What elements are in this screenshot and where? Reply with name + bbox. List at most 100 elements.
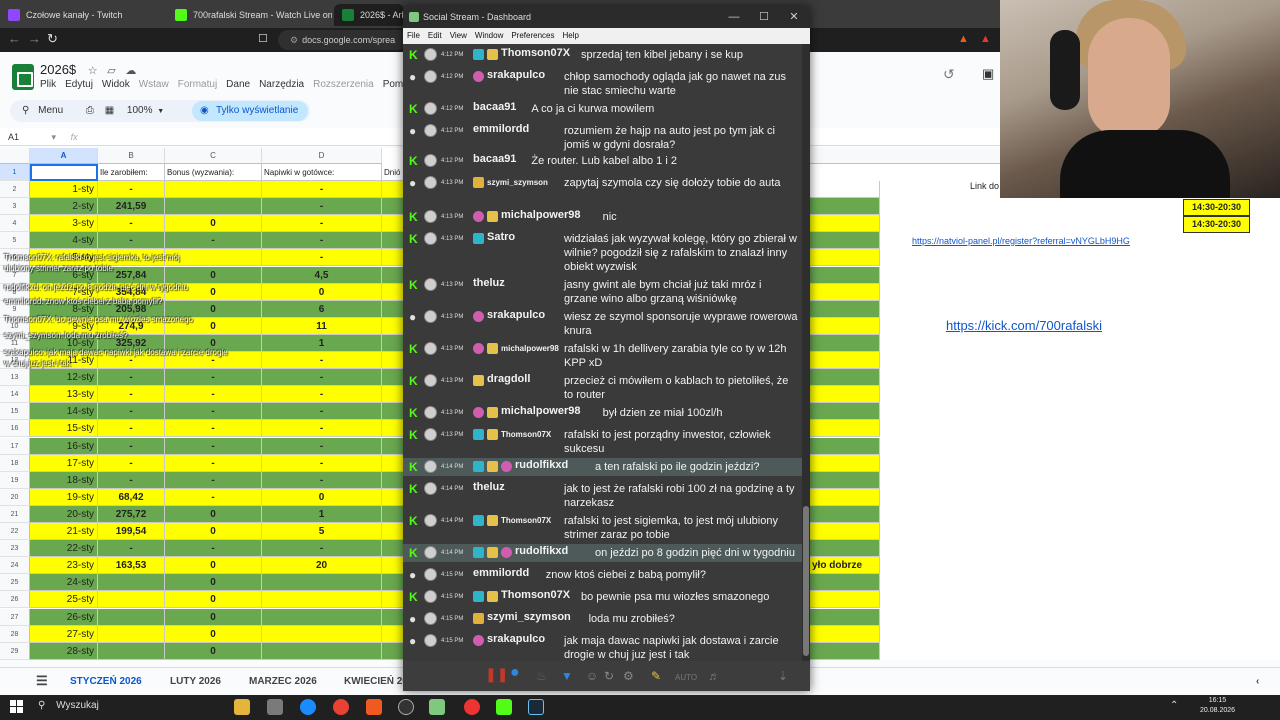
row-number[interactable]: 16 <box>0 420 30 438</box>
chat-message[interactable]: ● 4:15 PM szymi_szymson loda mu zrobiłeś? <box>403 610 802 628</box>
menu-item[interactable]: Window <box>475 31 503 40</box>
menu-item[interactable]: Preferences <box>511 31 554 40</box>
menu-item[interactable]: Formatuj <box>178 79 217 90</box>
cloud-icon[interactable]: ☁ <box>125 65 136 77</box>
extension-icon[interactable]: ▲ <box>980 31 991 47</box>
chat-scrollbar[interactable] <box>802 44 810 661</box>
cell-days[interactable] <box>382 181 404 198</box>
row-number[interactable]: 13 <box>0 369 30 387</box>
time-slot-1[interactable]: 14:30-20:30 <box>1183 199 1250 216</box>
view-only-button[interactable]: ◉ Tylko wyświetlanie <box>192 101 309 121</box>
cell-right[interactable] <box>810 540 880 558</box>
row-number[interactable]: 3 <box>0 198 30 216</box>
cell-tips[interactable]: 4,5 <box>262 266 382 284</box>
cell-earned[interactable]: - <box>98 181 165 198</box>
cell-bonus[interactable]: 0 <box>165 591 262 609</box>
menu-item[interactable]: Dane <box>226 79 250 90</box>
cell-right[interactable]: yło dobrze <box>810 557 880 575</box>
cell-tips[interactable] <box>262 642 382 660</box>
cell-bonus[interactable]: - <box>165 369 262 387</box>
maximize-button[interactable]: ☐ <box>749 6 779 28</box>
cell-right[interactable] <box>810 249 880 267</box>
menu-item[interactable]: Rozszerzenia <box>313 79 374 90</box>
chat-message[interactable]: ● 4:12 PM srakapulco chłop samochody ogląda… <box>403 68 802 98</box>
cell-right[interactable] <box>810 232 880 250</box>
cell-bonus[interactable]: - <box>165 437 262 455</box>
cell-days[interactable] <box>382 249 404 267</box>
cell-date[interactable]: 16-sty <box>30 437 98 455</box>
chat-message[interactable]: K 4:12 PM Thomson07X sprzedaj ten kibel jeb… <box>403 46 802 64</box>
cell-earned[interactable]: 275,72 <box>98 505 165 523</box>
chat-message[interactable]: ● 4:12 PM emmilordd rozumiem że hajp na aut… <box>403 122 802 151</box>
cell-earned[interactable]: - <box>98 386 165 404</box>
chat-message[interactable]: K 4:14 PM Thomson07X rafalski to jest sigie… <box>403 512 802 542</box>
cell-tips[interactable]: - <box>262 249 382 267</box>
taskbar-clock[interactable]: 16:15 20.08.2026 <box>1200 696 1235 716</box>
cell-bonus[interactable]: 0 <box>165 523 262 540</box>
menu-item[interactable]: Wstaw <box>139 79 169 90</box>
chat-message[interactable]: K 4:12 PM bacaa91 Że router. Lub kabel albo… <box>403 152 802 170</box>
row-number[interactable]: 21 <box>0 505 30 523</box>
cell-days[interactable] <box>382 198 404 216</box>
username[interactable]: Satro <box>487 231 515 243</box>
cell-earned[interactable]: - <box>98 403 165 421</box>
broom-icon[interactable]: ✎ <box>651 670 661 682</box>
chat-message[interactable]: ● 4:15 PM emmilordd znow ktoś ciebei z babą… <box>403 566 802 584</box>
chat-message[interactable]: K 4:12 PM bacaa91 A co ja ci kurwa mowilem <box>403 100 802 118</box>
cell-tips[interactable]: - <box>262 454 382 472</box>
cell-earned[interactable] <box>98 625 165 643</box>
username[interactable]: dragdoll <box>487 373 530 385</box>
mute-icon[interactable]: ♬ <box>708 670 720 682</box>
cell-days[interactable] <box>382 625 404 643</box>
cell-earned[interactable] <box>98 642 165 660</box>
chat-feed[interactable]: K 4:12 PM Thomson07X sprzedaj ten kibel jeb… <box>403 44 802 661</box>
cell-date[interactable]: 25-sty <box>30 591 98 609</box>
menu-item[interactable]: Narzędzia <box>259 79 304 90</box>
cell-bonus[interactable]: 0 <box>165 574 262 592</box>
file-explorer-icon[interactable] <box>234 699 250 715</box>
cell-earned[interactable]: - <box>98 232 165 250</box>
scroll-down-icon[interactable]: ⇣ <box>778 670 788 682</box>
cell-bonus[interactable]: - <box>165 232 262 250</box>
cell-days[interactable] <box>382 300 404 318</box>
username[interactable]: szymi_szymson <box>487 178 548 187</box>
username[interactable]: Thomson07X <box>501 516 551 525</box>
bell-icon[interactable]: ♨ <box>536 670 547 682</box>
cell-tips[interactable]: 11 <box>262 317 382 335</box>
menu-item[interactable]: Help <box>562 31 578 40</box>
cell-earned[interactable] <box>98 591 165 609</box>
cell-date[interactable]: 20-sty <box>30 505 98 523</box>
browser-tab-kick[interactable]: 700rafalski Stream - Watch Live on K <box>167 4 332 26</box>
cell-bonus[interactable]: - <box>165 488 262 506</box>
brave-shield-icon[interactable]: ▲ <box>958 31 969 47</box>
bookmark-icon[interactable]: ☐ <box>258 31 268 47</box>
cell-bonus[interactable]: - <box>165 403 262 421</box>
cell-bonus[interactable]: 0 <box>165 608 262 626</box>
cell-tips[interactable] <box>262 608 382 626</box>
scroll-thumb[interactable] <box>803 506 809 656</box>
row-number[interactable]: 28 <box>0 625 30 643</box>
browser-tab-twitch[interactable]: Czołowe kanały - Twitch <box>0 4 165 26</box>
cell-tips[interactable]: 0 <box>262 488 382 506</box>
history-icon[interactable]: ↺ <box>943 66 955 83</box>
cell-tips[interactable]: - <box>262 540 382 558</box>
chat-message[interactable]: K 4:13 PM michalpower98 nic <box>403 208 802 226</box>
cell-tips[interactable]: - <box>262 198 382 216</box>
cell-right[interactable] <box>810 266 880 284</box>
brave-icon[interactable] <box>366 699 382 715</box>
row-number[interactable]: 19 <box>0 471 30 489</box>
cell-date[interactable]: 4-sty <box>30 232 98 250</box>
row-number[interactable]: 14 <box>0 386 30 404</box>
cell-right[interactable] <box>810 334 880 352</box>
sheets-logo-icon[interactable] <box>12 64 34 90</box>
format-icon[interactable]: ▦ <box>105 105 114 116</box>
cell-header-bonus[interactable]: Bonus (wyzwania): <box>165 164 262 181</box>
cell-earned[interactable]: - <box>98 540 165 558</box>
cell-tips[interactable] <box>262 625 382 643</box>
username[interactable]: michalpower98 <box>501 209 580 221</box>
cell-tips[interactable]: - <box>262 352 382 369</box>
cell-date[interactable]: 19-sty <box>30 488 98 506</box>
social-stream-icon[interactable] <box>429 699 445 715</box>
cell-bonus[interactable] <box>165 198 262 216</box>
chat-message[interactable]: K 4:13 PM dragdoll przecież ci mówiłem o ka… <box>403 372 802 402</box>
